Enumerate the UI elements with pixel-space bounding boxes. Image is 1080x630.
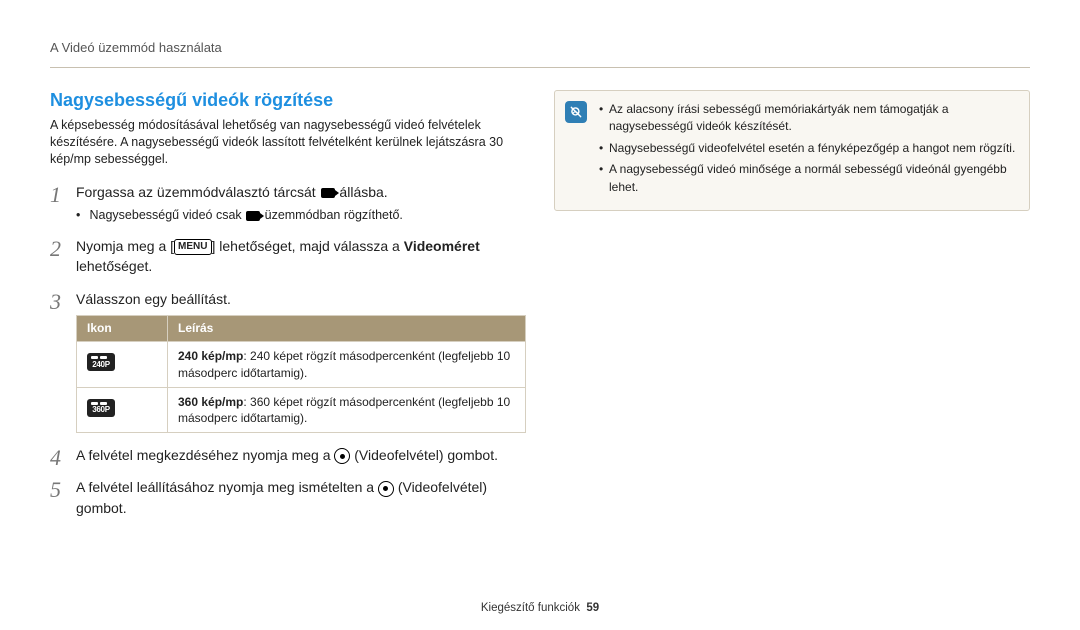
note-item: Nagysebességű videofelvétel esetén a fén… [599,140,1017,157]
table-row: 360P 360 kép/mp: 360 képet rögzít másodp… [77,387,526,432]
step-text: Válasszon egy beállítást. [76,291,231,307]
bullet-icon: • [76,206,86,224]
note-item: A nagysebességű videó minősége a normál … [599,161,1017,196]
step-text: Nyomja meg a [ [76,238,174,254]
substep-text: Nagysebességű videó csak [89,208,245,222]
section-heading: Nagysebességű videók rögzítése [50,90,526,111]
divider [50,67,1030,68]
cell-desc: 240 kép/mp: 240 képet rögzít másodpercen… [168,342,526,387]
breadcrumb: A Videó üzemmód használata [50,40,1030,55]
step-text: (Videofelvétel) gombot. [350,447,498,463]
steps-list: Forgassa az üzemmódválasztó tárcsát állá… [50,182,526,518]
record-icon [378,481,394,497]
video-mode-icon [246,211,260,221]
note-box: Az alacsony írási sebességű memóriakárty… [554,90,1030,211]
note-icon [565,101,587,123]
menu-button-icon: MENU [174,239,211,255]
page: A Videó üzemmód használata Nagysebességű… [0,0,1080,530]
two-column-layout: Nagysebességű videók rögzítése A képsebe… [50,90,1030,530]
col-icon-header: Ikon [77,315,168,341]
step-1-substep: • Nagysebességű videó csak üzemmódban rö… [76,206,526,224]
step-2: Nyomja meg a [MENU] lehetőséget, majd vá… [50,236,526,277]
step-1: Forgassa az üzemmódválasztó tárcsát állá… [50,182,526,224]
right-column: Az alacsony írási sebességű memóriakárty… [554,90,1030,530]
substep-text: üzemmódban rögzíthető. [261,208,403,222]
cell-icon: 360P [77,387,168,432]
step-5: A felvétel leállításához nyomja meg ismé… [50,477,526,518]
step-text: állásba. [336,184,388,200]
intro-text: A képsebesség módosításával lehetőség va… [50,117,526,168]
note-list: Az alacsony írási sebességű memóriakárty… [599,101,1017,196]
fps-240-icon: 240P [87,353,115,371]
step-3: Válasszon egy beállítást. Ikon Leírás 24… [50,289,526,433]
step-bold: Videoméret [404,238,480,254]
video-mode-icon [321,188,335,198]
cell-desc: 360 kép/mp: 360 képet rögzít másodpercen… [168,387,526,432]
step-text: A felvétel leállításához nyomja meg ismé… [76,479,378,495]
page-footer: Kiegészítő funkciók 59 [0,602,1080,614]
step-text: ] lehetőséget, majd válassza a [212,238,404,254]
note-item: Az alacsony írási sebességű memóriakárty… [599,101,1017,136]
step-text: lehetőséget. [76,258,152,274]
step-text: A felvétel megkezdéséhez nyomja meg a [76,447,334,463]
fps-label: 360P [87,405,115,416]
footer-label: Kiegészítő funkciók [481,602,580,614]
col-desc-header: Leírás [168,315,526,341]
step-4: A felvétel megkezdéséhez nyomja meg a (V… [50,445,526,465]
desc-bold: 360 kép/mp [178,395,243,409]
cell-icon: 240P [77,342,168,387]
fps-360-icon: 360P [87,399,115,417]
desc-bold: 240 kép/mp [178,349,243,363]
fps-label: 240P [87,360,115,371]
options-table: Ikon Leírás 240P 240 kép/mp: 240 képet r… [76,315,526,433]
left-column: Nagysebességű videók rögzítése A képsebe… [50,90,526,530]
step-text: Forgassa az üzemmódválasztó tárcsát [76,184,320,200]
table-row: 240P 240 kép/mp: 240 képet rögzít másodp… [77,342,526,387]
footer-page: 59 [586,602,599,614]
record-icon [334,448,350,464]
